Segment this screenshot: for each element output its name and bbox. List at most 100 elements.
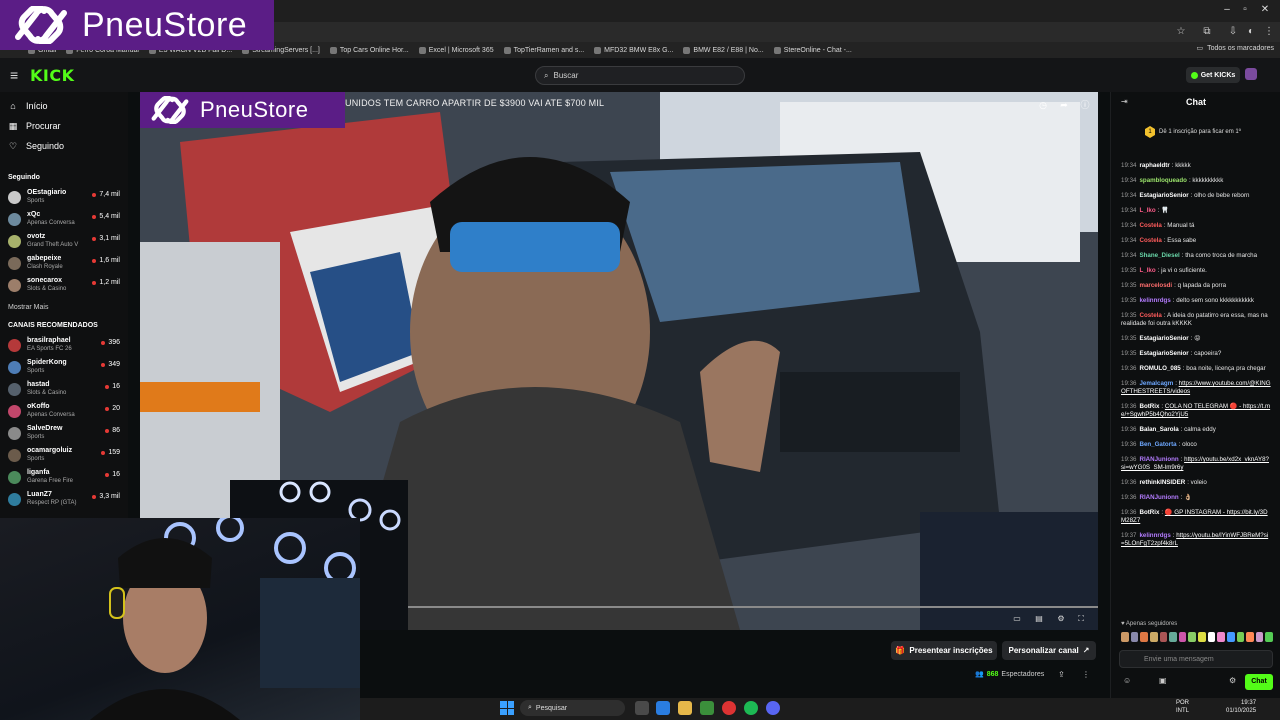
channel-item[interactable]: LuanZ7 Respect RP (GTA) 3,3 mil <box>8 490 122 512</box>
channel-item[interactable]: liganfa Garena Free Fire 16 <box>8 468 122 490</box>
start-icon[interactable] <box>500 701 514 715</box>
channel-item[interactable]: ovotz Grand Theft Auto V 3,1 mil <box>8 232 122 254</box>
emote-icon[interactable] <box>1188 632 1196 642</box>
channel-item[interactable]: xQc Apenas Conversa 5,4 mil <box>8 210 122 232</box>
more-options-icon[interactable]: ⋮ <box>1082 670 1090 679</box>
discord-icon[interactable] <box>766 701 780 715</box>
chat-message[interactable]: 19:36 rethinkINSIDER: voleio <box>1121 479 1271 487</box>
emote-icon[interactable] <box>1159 632 1168 642</box>
file-explorer-icon[interactable] <box>678 701 692 715</box>
all-bookmarks[interactable]: ▭ Todos os marcadores <box>1196 44 1274 53</box>
watch-later-icon[interactable]: ◷ <box>1036 98 1050 112</box>
message-username[interactable]: Costela <box>1139 222 1161 229</box>
message-username[interactable]: L_lko <box>1139 207 1155 214</box>
emote-icon[interactable] <box>1217 632 1225 642</box>
info-icon[interactable]: ⓘ <box>1078 98 1092 112</box>
chat-message[interactable]: 19:36 ROMULO_085: boa noite, licença pra … <box>1121 365 1271 373</box>
edge-icon[interactable] <box>656 701 670 715</box>
message-username[interactable]: Shane_Diesel <box>1139 252 1179 259</box>
channel-item[interactable]: oKoffo Apenas Conversa 20 <box>8 402 122 424</box>
message-username[interactable]: ROMULO_085 <box>1139 365 1180 372</box>
message-username[interactable]: spambloqueado <box>1139 177 1186 184</box>
taskbar-clock[interactable]: 19:37 01/10/2025 <box>1226 699 1256 715</box>
gift-sub-icon[interactable]: ▣ <box>1159 676 1167 685</box>
emote-bar[interactable] <box>1121 632 1273 644</box>
chat-message[interactable]: 19:35 Costela: A ideia do patatirro era e… <box>1121 312 1271 328</box>
chat-message-list[interactable]: 19:34 raphaeldtr: kkkkk 19:34 spambloqueado… <box>1121 162 1271 555</box>
sub-goal-banner[interactable]: 1 Dê 1 inscrição para ficar em 1º <box>1145 126 1241 138</box>
message-username[interactable]: kelinnrdgs <box>1139 532 1170 539</box>
emote-icon[interactable] <box>1130 632 1139 642</box>
emote-icon[interactable] <box>1236 632 1245 642</box>
kick-logo[interactable]: KICK <box>30 66 75 85</box>
emote-icon[interactable] <box>1226 632 1235 642</box>
share-icon[interactable]: ➦ <box>1057 98 1071 112</box>
emote-icon[interactable] <box>1255 632 1264 642</box>
bookmark-item[interactable]: Top Cars Online Hor... <box>329 46 409 54</box>
message-username[interactable]: L_lko <box>1139 267 1155 274</box>
chat-message[interactable]: 19:35 marcelosdi: q lapada da porra <box>1121 282 1271 290</box>
chat-message[interactable]: 19:34 EstagiarioSenior: olho de bebe rebo… <box>1121 192 1271 200</box>
maximize-icon[interactable]: ▫ <box>1236 3 1254 17</box>
video-progress-bar[interactable] <box>408 606 1098 608</box>
channel-item[interactable]: SpiderKong Sports 349 <box>8 358 122 380</box>
theater-mode-icon[interactable]: ▭ <box>1010 614 1024 624</box>
emote-icon[interactable] <box>1149 632 1158 642</box>
chat-message[interactable]: 19:34 Costela: Essa sabe <box>1121 237 1271 245</box>
settings-icon[interactable]: ⚙ <box>1054 614 1068 624</box>
chat-message[interactable]: 19:36 RIANJunionn: 👌🏼 <box>1121 494 1271 502</box>
taskbar-search[interactable]: ⌕ Pesquisar <box>520 700 625 716</box>
extensions-icon[interactable]: ⧉ <box>1200 25 1214 39</box>
chat-message[interactable]: 19:35 kelinnrdgs: delto sem sono kkkkkkkk… <box>1121 297 1271 305</box>
message-username[interactable]: EstagiarioSenior <box>1139 335 1188 342</box>
message-username[interactable]: EstagiarioSenior <box>1139 350 1188 357</box>
language-indicator[interactable]: POR INTL <box>1176 699 1189 715</box>
search-input[interactable]: ⌕ Buscar <box>535 66 745 85</box>
message-username[interactable]: RIANJunionn <box>1139 494 1178 501</box>
chat-message[interactable]: 19:36 BotRix: COLA NO TELEGRAM 🔴 - https:… <box>1121 403 1271 419</box>
chrome-icon[interactable] <box>722 701 736 715</box>
download-icon[interactable]: ⇩ <box>1226 25 1240 39</box>
chat-message[interactable]: 19:34 spambloqueado: kkkkkkkkkk <box>1121 177 1271 185</box>
message-username[interactable]: Jemalcagm <box>1139 380 1173 387</box>
bookmark-item[interactable]: BMW E82 / E88 | No... <box>683 46 764 54</box>
task-view-icon[interactable] <box>635 701 649 715</box>
address-bar[interactable] <box>274 22 1280 42</box>
bookmark-item[interactable]: Excel | Microsoft 365 <box>418 46 494 54</box>
nav-following[interactable]: ♡ Seguindo <box>8 141 64 151</box>
customize-channel-button[interactable]: Personalizar canal ↗ <box>1002 641 1096 660</box>
emote-icon[interactable] <box>1178 632 1187 642</box>
chat-message[interactable]: 19:36 Jemalcagm: https://www.youtube.com/… <box>1121 380 1271 396</box>
emote-icon[interactable] <box>1246 632 1254 642</box>
message-username[interactable]: BotRix <box>1139 509 1159 516</box>
bookmark-item[interactable]: StereOnline - Chat -... <box>773 46 852 54</box>
chat-message[interactable]: 19:36 RIANJunionn: https://youtu.be/xd2x_… <box>1121 456 1271 472</box>
message-username[interactable]: BotRix <box>1139 403 1159 410</box>
profile-icon[interactable]: ◐ <box>1244 25 1258 39</box>
channel-item[interactable]: brasilraphael EA Sports FC 26 396 <box>8 336 122 358</box>
chat-message-input[interactable]: Envie uma mensagem <box>1119 650 1273 668</box>
emote-icon[interactable] <box>1198 632 1206 642</box>
minimize-icon[interactable]: – <box>1218 3 1236 17</box>
channel-item[interactable]: OEstagiario Sports 7,4 mil <box>8 188 122 210</box>
chat-message[interactable]: 19:34 Shane_Diesel: tha como troca de mar… <box>1121 252 1271 260</box>
message-username[interactable]: rethinkINSIDER <box>1139 479 1185 486</box>
spotify-icon[interactable] <box>744 701 758 715</box>
send-chat-button[interactable]: Chat <box>1245 674 1273 690</box>
browser-menu-icon[interactable]: ⋮ <box>1262 25 1276 39</box>
emote-icon[interactable] <box>1265 632 1273 642</box>
close-window-icon[interactable]: ✕ <box>1256 3 1274 17</box>
share-stream-icon[interactable]: ⇪ <box>1058 670 1065 679</box>
chat-message[interactable]: 19:34 raphaeldtr: kkkkk <box>1121 162 1271 170</box>
bookmark-item[interactable]: MFD32 BMW E8x G... <box>594 46 673 54</box>
chat-message[interactable]: 19:36 Balan_Sarola: calma eddy <box>1121 426 1271 434</box>
menu-icon[interactable]: ≡ <box>10 68 24 82</box>
channel-item[interactable]: sonecarox Slots & Casino 1,2 mil <box>8 276 122 298</box>
chat-message[interactable]: 19:35 EstagiarioSenior: capoeira? <box>1121 350 1271 358</box>
emote-picker-icon[interactable]: ☺ <box>1123 676 1131 685</box>
emote-icon[interactable] <box>1169 632 1177 642</box>
chat-message[interactable]: 19:35 L_lko: ja vi o suficiente. <box>1121 267 1271 275</box>
chat-message[interactable]: 19:36 Ben_Gatorta: oloco <box>1121 441 1271 449</box>
message-username[interactable]: Costela <box>1139 237 1161 244</box>
channel-item[interactable]: gabepeixe Clash Royale 1,6 mil <box>8 254 122 276</box>
